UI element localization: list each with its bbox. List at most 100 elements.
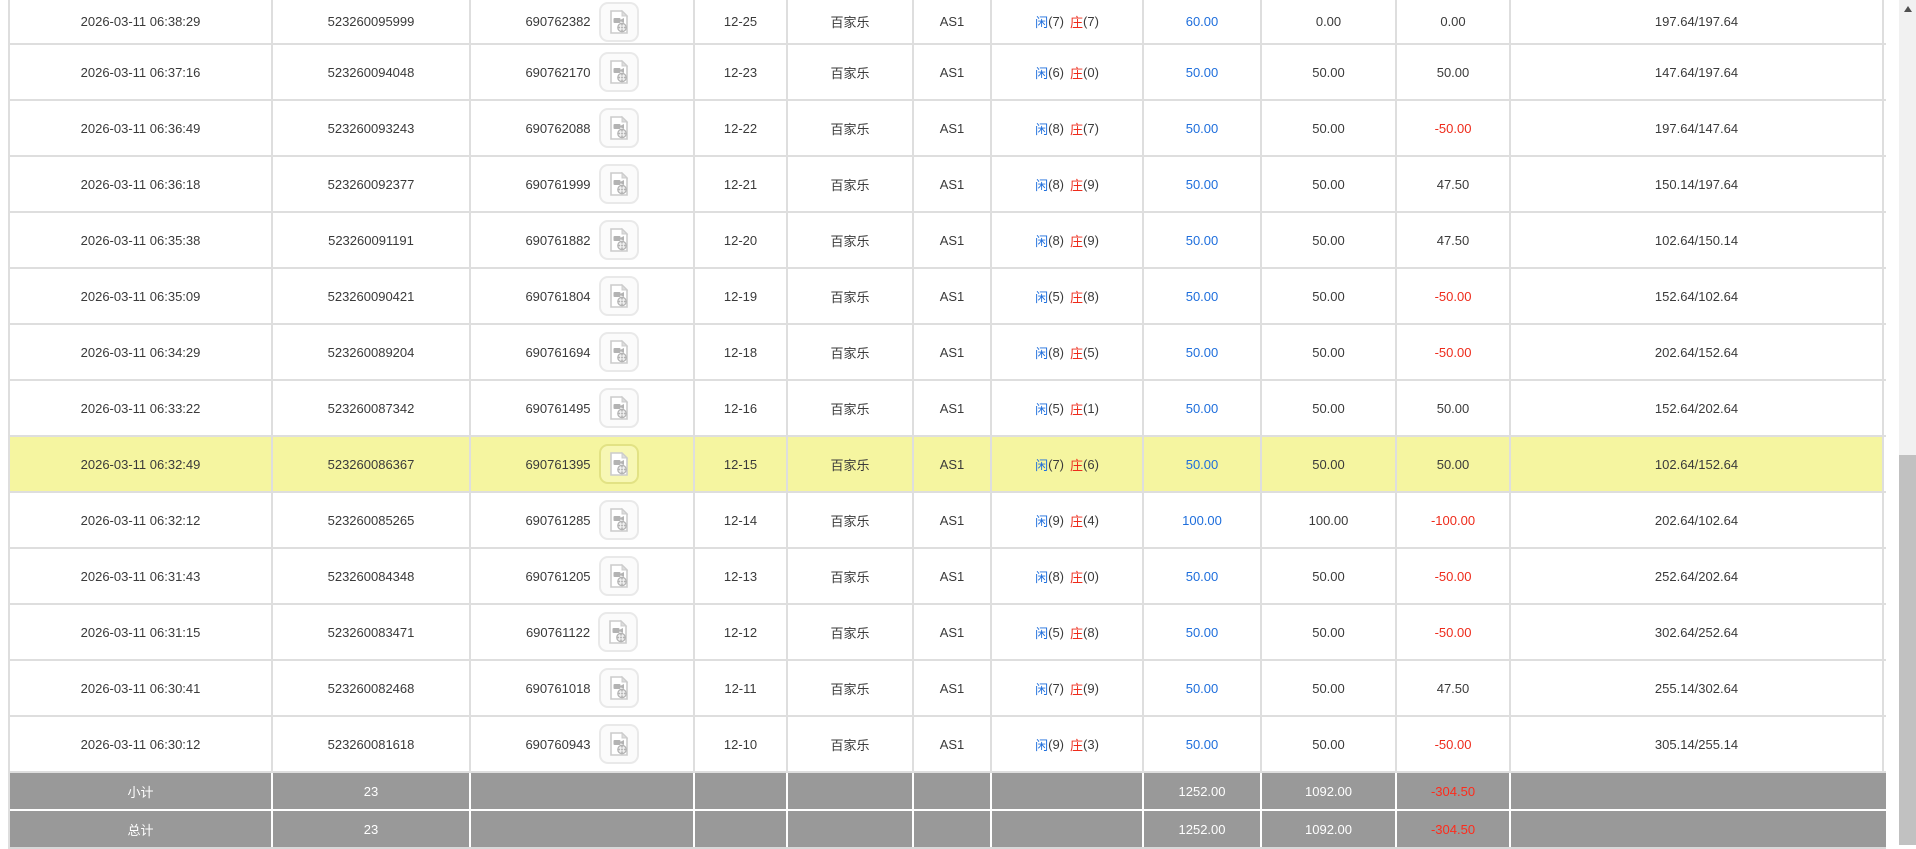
bet-amount-link[interactable]: 50.00 <box>1144 325 1262 379</box>
table-name: AS1 <box>914 213 992 267</box>
table-name: AS1 <box>914 605 992 659</box>
bet-amount-link[interactable]: 50.00 <box>1144 269 1262 323</box>
win-loss: 47.50 <box>1397 661 1511 715</box>
player-label: 闲 <box>1035 399 1048 418</box>
video-replay-button[interactable] <box>599 332 639 372</box>
table-row[interactable]: 2026-03-11 06:36:49 523260093243 6907620… <box>10 101 1886 157</box>
summary-empty-cell <box>471 811 695 847</box>
table-row[interactable]: 2026-03-11 06:35:09 523260090421 6907618… <box>10 269 1886 325</box>
win-loss: 50.00 <box>1397 437 1511 491</box>
game-number: 690762088 <box>525 121 590 136</box>
banker-label: 庄 <box>1070 63 1083 82</box>
table-row[interactable]: 2026-03-11 06:34:29 523260089204 6907616… <box>10 325 1886 381</box>
win-loss: -50.00 <box>1397 269 1511 323</box>
summary-valid-total: 1092.00 <box>1262 811 1397 847</box>
bet-amount-link[interactable]: 50.00 <box>1144 381 1262 435</box>
player-score: (8) <box>1048 345 1064 360</box>
table-row[interactable]: 2026-03-11 06:31:43 523260084348 6907612… <box>10 549 1886 605</box>
bet-time: 2026-03-11 06:30:12 <box>10 717 273 771</box>
video-icon <box>606 59 632 85</box>
round-number: 12-10 <box>695 717 788 771</box>
balance: 302.64/252.64 <box>1511 605 1884 659</box>
video-replay-button[interactable] <box>599 668 639 708</box>
bet-amount-link[interactable]: 60.00 <box>1144 0 1262 43</box>
scroll-up-button[interactable] <box>1899 0 1916 17</box>
game-name: 百家乐 <box>788 717 914 771</box>
table-row[interactable]: 2026-03-11 06:37:16 523260094048 6907621… <box>10 45 1886 101</box>
video-replay-button[interactable] <box>599 724 639 764</box>
table-row[interactable]: 2026-03-11 06:30:12 523260081618 6907609… <box>10 717 1886 773</box>
table-row[interactable]: 2026-03-11 06:30:41 523260082468 6907610… <box>10 661 1886 717</box>
bet-amount-link[interactable]: 50.00 <box>1144 45 1262 99</box>
summary-empty-cell <box>992 773 1144 809</box>
win-loss: 47.50 <box>1397 213 1511 267</box>
video-replay-button[interactable] <box>598 612 638 652</box>
game-number-cell: 690761205 <box>471 549 695 603</box>
banker-label: 庄 <box>1070 567 1083 586</box>
game-number-cell: 690761694 <box>471 325 695 379</box>
valid-amount: 100.00 <box>1262 493 1397 547</box>
bet-amount-link[interactable]: 50.00 <box>1144 213 1262 267</box>
table-row[interactable]: 2026-03-11 06:32:49 523260086367 6907613… <box>10 437 1886 493</box>
bet-amount-link[interactable]: 50.00 <box>1144 605 1262 659</box>
banker-label: 庄 <box>1070 119 1083 138</box>
video-icon <box>606 507 632 533</box>
table-row[interactable]: 2026-03-11 06:38:29 523260095999 6907623… <box>10 0 1886 45</box>
table-row[interactable]: 2026-03-11 06:32:12 523260085265 6907612… <box>10 493 1886 549</box>
game-number-cell: 690761882 <box>471 213 695 267</box>
video-replay-button[interactable] <box>599 276 639 316</box>
bet-amount-link[interactable]: 50.00 <box>1144 101 1262 155</box>
valid-amount: 50.00 <box>1262 213 1397 267</box>
summary-count: 23 <box>273 773 471 809</box>
summary-label: 总计 <box>10 811 273 847</box>
video-replay-button[interactable] <box>599 444 639 484</box>
banker-label: 庄 <box>1070 175 1083 194</box>
win-loss: -100.00 <box>1397 493 1511 547</box>
player-label: 闲 <box>1035 287 1048 306</box>
table-row[interactable]: 2026-03-11 06:35:38 523260091191 6907618… <box>10 213 1886 269</box>
player-label: 闲 <box>1035 455 1048 474</box>
player-label: 闲 <box>1035 12 1048 31</box>
bet-amount-link[interactable]: 50.00 <box>1144 157 1262 211</box>
banker-score: (9) <box>1083 681 1099 696</box>
video-replay-button[interactable] <box>599 52 639 92</box>
bet-amount-link[interactable]: 50.00 <box>1144 661 1262 715</box>
game-result: 闲(8)庄(9) <box>992 157 1144 211</box>
video-replay-button[interactable] <box>599 388 639 428</box>
video-replay-button[interactable] <box>599 164 639 204</box>
video-replay-button[interactable] <box>599 556 639 596</box>
video-icon <box>606 283 632 309</box>
video-replay-button[interactable] <box>599 108 639 148</box>
round-number: 12-23 <box>695 45 788 99</box>
player-label: 闲 <box>1035 231 1048 250</box>
player-score: (8) <box>1048 177 1064 192</box>
balance: 102.64/152.64 <box>1511 437 1884 491</box>
bet-amount-link[interactable]: 100.00 <box>1144 493 1262 547</box>
valid-amount: 50.00 <box>1262 437 1397 491</box>
bet-amount-link[interactable]: 50.00 <box>1144 437 1262 491</box>
table-name: AS1 <box>914 437 992 491</box>
video-replay-button[interactable] <box>599 500 639 540</box>
table-row[interactable]: 2026-03-11 06:33:22 523260087342 6907614… <box>10 381 1886 437</box>
game-name: 百家乐 <box>788 269 914 323</box>
bet-number: 523260091191 <box>273 213 471 267</box>
round-number: 12-22 <box>695 101 788 155</box>
valid-amount: 50.00 <box>1262 325 1397 379</box>
bet-amount-link[interactable]: 50.00 <box>1144 717 1262 771</box>
banker-label: 庄 <box>1070 679 1083 698</box>
video-replay-button[interactable] <box>599 220 639 260</box>
banker-score: (8) <box>1083 289 1099 304</box>
table-row[interactable]: 2026-03-11 06:36:18 523260092377 6907619… <box>10 157 1886 213</box>
summary-empty-cell <box>695 773 788 809</box>
banker-score: (8) <box>1083 625 1099 640</box>
video-replay-button[interactable] <box>599 2 639 42</box>
round-number: 12-13 <box>695 549 788 603</box>
vertical-scrollbar[interactable] <box>1899 0 1916 845</box>
game-number: 690761285 <box>525 513 590 528</box>
valid-amount: 50.00 <box>1262 717 1397 771</box>
table-row[interactable]: 2026-03-11 06:31:15 523260083471 6907611… <box>10 605 1886 661</box>
scrollbar-thumb[interactable] <box>1899 455 1916 845</box>
player-label: 闲 <box>1035 63 1048 82</box>
bet-amount-link[interactable]: 50.00 <box>1144 549 1262 603</box>
bet-number: 523260087342 <box>273 381 471 435</box>
